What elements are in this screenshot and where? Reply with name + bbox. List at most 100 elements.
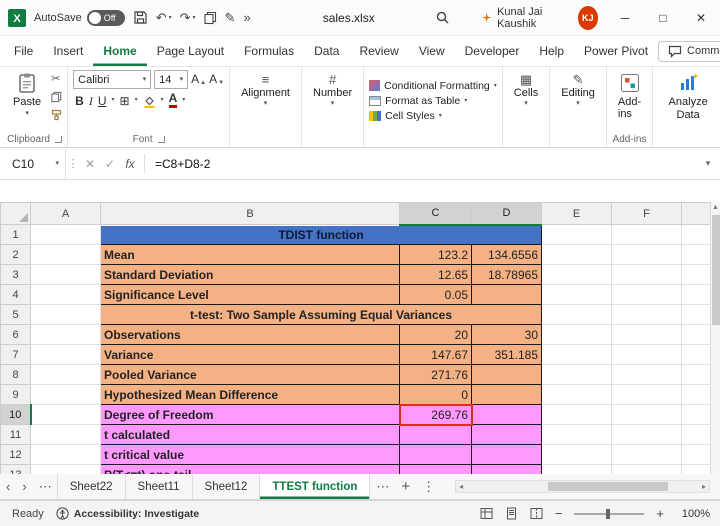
cell-styles-button[interactable]: Cell Styles ▾ xyxy=(369,110,442,122)
cell-B1[interactable]: TDIST function xyxy=(100,224,542,245)
cell-F6[interactable] xyxy=(611,324,682,345)
cell-C6[interactable]: 20 xyxy=(399,324,472,345)
sheet-nav-prev-icon[interactable]: ‹ xyxy=(0,474,16,499)
row-header-9[interactable]: 9 xyxy=(0,384,31,405)
cancel-icon[interactable]: ✕ xyxy=(80,157,100,171)
cell-D9[interactable] xyxy=(471,384,542,405)
ribbon-tab-view[interactable]: View xyxy=(409,36,455,66)
cell-A5[interactable] xyxy=(30,304,101,325)
cell-E8[interactable] xyxy=(541,364,612,385)
cell-D13[interactable] xyxy=(471,464,542,474)
cell-F3[interactable] xyxy=(611,264,682,285)
editing-button[interactable]: ✎ Editing ▾ xyxy=(555,70,601,110)
scroll-up-icon[interactable]: ▲ xyxy=(712,204,719,211)
cell-F2[interactable] xyxy=(611,244,682,265)
row-header-6[interactable]: 6 xyxy=(0,324,31,345)
cell-F5[interactable] xyxy=(611,304,682,325)
italic-button[interactable]: I xyxy=(89,95,93,108)
select-all-corner[interactable] xyxy=(0,202,31,225)
page-break-view-icon[interactable] xyxy=(530,507,543,520)
cell-B6[interactable]: Observations xyxy=(100,324,400,345)
sheet-tab-sheet22[interactable]: Sheet22 xyxy=(56,474,126,499)
cell-A13[interactable] xyxy=(30,464,101,474)
cell-D8[interactable] xyxy=(471,364,542,385)
zoom-out-icon[interactable]: − xyxy=(555,506,563,521)
cell-C11[interactable] xyxy=(399,424,472,445)
cell-D2[interactable]: 134.6556 xyxy=(471,244,542,265)
column-header-partial[interactable] xyxy=(681,202,710,225)
ribbon-tab-insert[interactable]: Insert xyxy=(43,36,93,66)
formula-bar-expand-icon[interactable]: ▾ xyxy=(696,158,720,169)
cell-E6[interactable] xyxy=(541,324,612,345)
row-header-12[interactable]: 12 xyxy=(0,444,31,465)
font-name-select[interactable]: Calibri ▾ xyxy=(73,70,152,89)
zoom-slider[interactable] xyxy=(574,508,645,519)
new-sheet-button[interactable]: + xyxy=(395,474,416,499)
formula-input[interactable]: =C8+D8-2 xyxy=(149,157,696,171)
normal-view-icon[interactable] xyxy=(480,507,493,520)
cell-E7[interactable] xyxy=(541,344,612,365)
format-as-table-button[interactable]: Format as Table ▾ xyxy=(369,95,467,107)
decrease-font-size-button[interactable]: A ▼ xyxy=(209,73,224,86)
row-header-7[interactable]: 7 xyxy=(0,344,31,365)
ribbon-tab-help[interactable]: Help xyxy=(529,36,574,66)
ribbon-tab-formulas[interactable]: Formulas xyxy=(234,36,304,66)
redo-button[interactable]: ↷ ▾ xyxy=(180,11,196,24)
cell-E5[interactable] xyxy=(541,304,612,325)
namebox-resize-handle[interactable]: ⋮ xyxy=(66,157,80,170)
cell-B5[interactable]: t-test: Two Sample Assuming Equal Varian… xyxy=(100,304,542,325)
cell-E9[interactable] xyxy=(541,384,612,405)
font-size-select[interactable]: 14 ▾ xyxy=(154,70,189,89)
cell-B12[interactable]: t critical value xyxy=(100,444,400,465)
comments-button[interactable]: Comments xyxy=(658,40,720,62)
underline-button[interactable]: U xyxy=(98,95,107,108)
cell-B7[interactable]: Variance xyxy=(100,344,400,365)
maximize-button[interactable]: □ xyxy=(644,0,682,35)
column-header-B[interactable]: B xyxy=(100,202,400,225)
cell-B4[interactable]: Significance Level xyxy=(100,284,400,305)
column-header-D[interactable]: D xyxy=(471,202,542,226)
sheet-menu-icon[interactable]: ⋮ xyxy=(416,474,441,499)
cell-A10[interactable] xyxy=(30,404,101,425)
cell-A6[interactable] xyxy=(30,324,101,345)
cell-B9[interactable]: Hypothesized Mean Difference xyxy=(100,384,400,405)
cell-F12[interactable] xyxy=(611,444,682,465)
scroll-left-icon[interactable]: ◂ xyxy=(456,482,466,491)
cell-D4[interactable] xyxy=(471,284,542,305)
cell-D10[interactable] xyxy=(471,404,542,425)
row-header-8[interactable]: 8 xyxy=(0,364,31,385)
copy-button[interactable] xyxy=(51,91,62,103)
cell-B2[interactable]: Mean xyxy=(100,244,400,265)
cell-B13[interactable]: P(T<=t) one-tail xyxy=(100,464,400,474)
conditional-formatting-button[interactable]: Conditional Formatting ▾ xyxy=(369,80,497,92)
borders-button[interactable]: ⊞ xyxy=(120,95,130,108)
analyze-data-button[interactable]: Analyze Data xyxy=(658,70,718,123)
cell-F11[interactable] xyxy=(611,424,682,445)
row-header-2[interactable]: 2 xyxy=(0,244,31,265)
ribbon-tab-file[interactable]: File xyxy=(4,36,43,66)
ribbon-tab-home[interactable]: Home xyxy=(93,36,146,66)
font-color-button[interactable]: A xyxy=(168,92,178,108)
cell-F8[interactable] xyxy=(611,364,682,385)
sheet-nav-next-icon[interactable]: › xyxy=(16,474,32,499)
cell-F1[interactable] xyxy=(611,224,682,245)
cell-C9[interactable]: 0 xyxy=(399,384,472,405)
sheet-overflow-ellipsis-icon[interactable]: ⋯ xyxy=(370,474,395,499)
cell-E13[interactable] xyxy=(541,464,612,474)
sheet-tab-sheet11[interactable]: Sheet11 xyxy=(124,474,193,499)
cell-B10[interactable]: Degree of Freedom xyxy=(100,404,400,425)
column-header-E[interactable]: E xyxy=(541,202,612,225)
ribbon-tab-developer[interactable]: Developer xyxy=(455,36,530,66)
sheet-tab-ttest-function[interactable]: TTEST function xyxy=(259,474,371,499)
cell-D12[interactable] xyxy=(471,444,542,465)
insert-function-icon[interactable]: fx xyxy=(120,157,140,171)
cell-F9[interactable] xyxy=(611,384,682,405)
cell-E1[interactable] xyxy=(541,224,612,245)
cell-E11[interactable] xyxy=(541,424,612,445)
cell-A4[interactable] xyxy=(30,284,101,305)
copy-icon[interactable] xyxy=(203,11,217,25)
cell-C10[interactable]: 269.76 xyxy=(398,403,473,426)
cell-E4[interactable] xyxy=(541,284,612,305)
increase-font-size-button[interactable]: A ▲ xyxy=(191,73,206,86)
cell-B11[interactable]: t calculated xyxy=(100,424,400,445)
